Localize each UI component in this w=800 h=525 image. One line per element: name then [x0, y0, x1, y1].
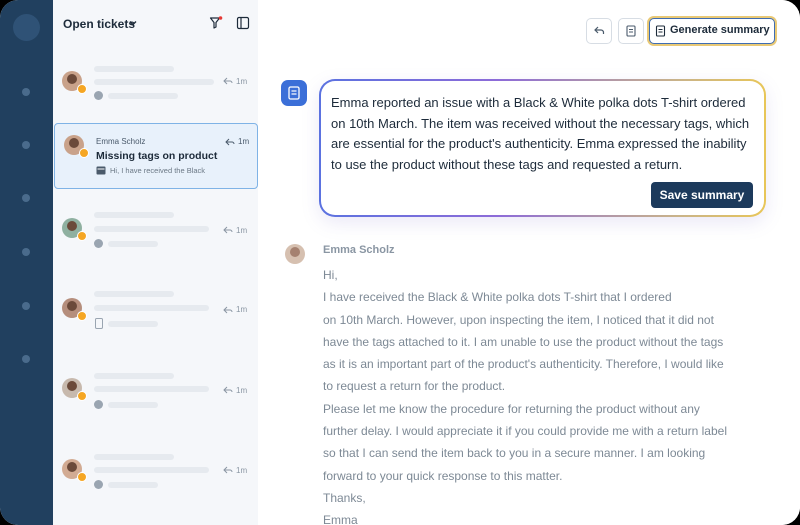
ticket-time: 1m: [238, 137, 250, 146]
ticket-time: 1m: [236, 386, 248, 395]
status-badge: [77, 472, 87, 482]
ticket-time: 1m: [236, 226, 248, 235]
message-line: Emma: [323, 513, 358, 525]
ticket-item[interactable]: 1m: [53, 446, 258, 510]
skeleton-line: [108, 321, 158, 327]
reply-icon: [223, 77, 233, 85]
skeleton-line: [94, 305, 209, 311]
ticket-item[interactable]: 1m: [53, 204, 258, 268]
status-badge: [79, 148, 89, 158]
message-line: so that I can send the item back to you …: [323, 446, 706, 461]
message-line: Please let me know the procedure for ret…: [323, 401, 700, 416]
status-badge: [77, 231, 87, 241]
ai-summary-card-inner: Emma reported an issue with a Black & Wh…: [321, 81, 764, 215]
generate-summary-label: Generate summary: [670, 24, 770, 36]
reply-button[interactable]: [586, 18, 612, 44]
ticket-subject: Missing tags on product: [96, 150, 218, 162]
skeleton-line: [94, 66, 174, 72]
reply-icon: [223, 226, 233, 234]
message-line: to request a return for the product.: [323, 379, 506, 394]
message-line: on 10th March. However, upon inspecting …: [323, 312, 714, 327]
status-badge: [77, 391, 87, 401]
document-icon: [626, 25, 636, 37]
facebook-icon: [94, 91, 103, 100]
nav-item-4[interactable]: [22, 248, 30, 256]
skeleton-line: [108, 402, 158, 408]
skeleton-line: [94, 373, 174, 379]
reply-icon: [223, 386, 233, 394]
email-icon: [96, 166, 106, 175]
nav-item-1[interactable]: [22, 88, 30, 96]
ticket-customer-name: Emma Scholz: [96, 137, 146, 146]
nav-item-5[interactable]: [22, 302, 30, 310]
facebook-icon: [94, 480, 103, 489]
ticket-time: 1m: [236, 77, 248, 86]
collapse-panel-icon[interactable]: [236, 16, 250, 30]
message-line: I have received the Black & White polka …: [323, 290, 672, 305]
ticket-list-header: Open tickets: [53, 0, 258, 48]
skeleton-line: [108, 241, 158, 247]
filter-icon[interactable]: [209, 16, 223, 30]
ticket-time: 1m: [236, 305, 248, 314]
app-window: Open tickets 1m Emma Scholz 1m Missing t…: [0, 0, 800, 525]
ticket-item[interactable]: 1m: [53, 365, 258, 429]
avatar: [285, 244, 305, 264]
nav-item-3[interactable]: [22, 194, 30, 202]
skeleton-line: [108, 93, 178, 99]
notes-button[interactable]: [618, 18, 644, 44]
reply-icon: [223, 306, 233, 314]
skeleton-line: [94, 79, 214, 85]
ticket-preview: Hi, I have received the Black: [110, 166, 206, 175]
status-badge: [77, 311, 87, 321]
ticket-item[interactable]: 1m: [53, 283, 258, 347]
generate-summary-button[interactable]: Generate summary: [649, 18, 775, 44]
reply-icon: [223, 466, 233, 474]
skeleton-line: [94, 226, 209, 232]
ticket-item-selected[interactable]: Emma Scholz 1m Missing tags on product H…: [54, 123, 258, 189]
web-icon: [94, 400, 103, 409]
skeleton-line: [94, 467, 209, 473]
skeleton-line: [108, 482, 158, 488]
nav-item-6[interactable]: [22, 355, 30, 363]
ai-summary-card: Emma reported an issue with a Black & Wh…: [319, 79, 766, 217]
ticket-time: 1m: [236, 466, 248, 475]
chevron-down-icon[interactable]: [128, 18, 138, 28]
message-line: Hi,: [323, 268, 338, 282]
nav-item-2[interactable]: [22, 141, 30, 149]
message-line: further delay. I would appreciate it if …: [323, 424, 727, 439]
ticket-filter-dropdown[interactable]: Open tickets: [63, 17, 135, 31]
summary-text: Emma reported an issue with a Black & Wh…: [331, 95, 750, 172]
message-line: have the tags attached to it. I am unabl…: [323, 334, 724, 349]
reply-icon: [594, 26, 605, 34]
chat-icon: [94, 239, 103, 248]
reply-icon: [225, 138, 235, 146]
app-logo: [13, 14, 40, 41]
message-body: Hi, I have received the Black & White po…: [323, 264, 773, 525]
save-summary-button[interactable]: Save summary: [651, 182, 753, 208]
mobile-icon: [95, 318, 103, 329]
message-line: as it is an important part of the produc…: [323, 357, 724, 372]
message-author: Emma Scholz: [323, 244, 395, 256]
ticket-item[interactable]: 1m: [53, 58, 258, 122]
skeleton-line: [94, 212, 174, 218]
skeleton-line: [94, 386, 209, 392]
message-line: forward to your quick response to this m…: [323, 468, 563, 483]
conversation-panel: Generate summary Emma reported an issue …: [258, 0, 800, 525]
document-icon: [288, 86, 300, 100]
message-line: Thanks,: [323, 490, 366, 505]
document-icon: [655, 25, 666, 37]
ai-summary-icon: [281, 80, 307, 106]
status-badge: [77, 84, 87, 94]
ticket-list-panel: Open tickets 1m Emma Scholz 1m Missing t…: [53, 0, 259, 525]
skeleton-line: [94, 454, 174, 460]
nav-rail: [0, 0, 53, 525]
skeleton-line: [94, 291, 174, 297]
